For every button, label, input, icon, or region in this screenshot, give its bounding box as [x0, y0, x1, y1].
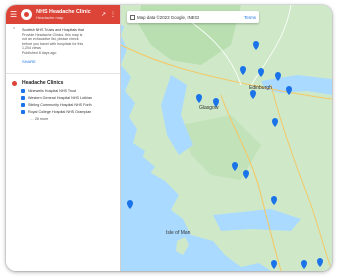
map-pin-icon: [21, 89, 25, 94]
checkbox-icon[interactable]: [130, 14, 135, 20]
layer-header[interactable]: Headache Clinics: [6, 79, 120, 88]
share-button[interactable]: SHARE: [22, 59, 114, 64]
map-attribution-bar: Map data ©2023 Google, INEGI Terms: [127, 11, 259, 23]
maps-logo-icon: [21, 9, 33, 20]
share-icon[interactable]: ↗: [101, 11, 106, 18]
map-header: ☰ NHS Headache Clinic Headache map ↗ ⋮: [6, 5, 120, 24]
map-subtitle: Headache map: [36, 15, 64, 20]
map-legend-panel: ☰ NHS Headache Clinic Headache map ↗ ⋮ ⌃…: [6, 5, 121, 271]
maps-window: Map data ©2023 Google, INEGI Terms Edinb…: [6, 5, 332, 271]
map-pin-icon: [21, 96, 25, 101]
map-svg: [121, 5, 332, 271]
place-label-edinburgh: Edinburgh: [249, 85, 272, 91]
map-pin: [127, 200, 133, 209]
place-label-glasgow: Glasgow: [199, 105, 219, 111]
map-canvas[interactable]: Map data ©2023 Google, INEGI Terms Edinb…: [121, 5, 332, 271]
show-more-link[interactable]: … 28 more: [6, 116, 120, 123]
divider: [6, 72, 120, 74]
place-label-isle-of-man: Isle of Man: [166, 230, 191, 236]
map-pin-icon: [21, 103, 25, 108]
list-item[interactable]: Royal College Hospital NHS Grampian: [6, 109, 120, 116]
chevron-up-icon[interactable]: ⌃: [12, 27, 16, 33]
attribution-text: Map data ©2023 Google, INEGI: [137, 14, 200, 20]
isle-of-man: [176, 237, 189, 255]
list-item[interactable]: Western General Hospital NHS Lothian: [6, 95, 120, 102]
published-date: Published 8 days ago: [22, 50, 57, 55]
layer-name: Headache Clinics: [22, 80, 64, 87]
terms-link[interactable]: Terms: [244, 15, 256, 20]
map-pin-icon: [21, 110, 25, 115]
list-item[interactable]: Ninewells Hospital NHS Trust: [6, 88, 120, 95]
more-vert-icon[interactable]: ⋮: [110, 11, 116, 18]
layer-color-icon: [12, 80, 17, 86]
list-item[interactable]: Stirling Community Hospital NHS Forth: [6, 102, 120, 109]
menu-icon[interactable]: ☰: [10, 10, 17, 19]
map-description: ⌃ Scottish NHS Trusts and Hospitals that…: [6, 24, 120, 67]
